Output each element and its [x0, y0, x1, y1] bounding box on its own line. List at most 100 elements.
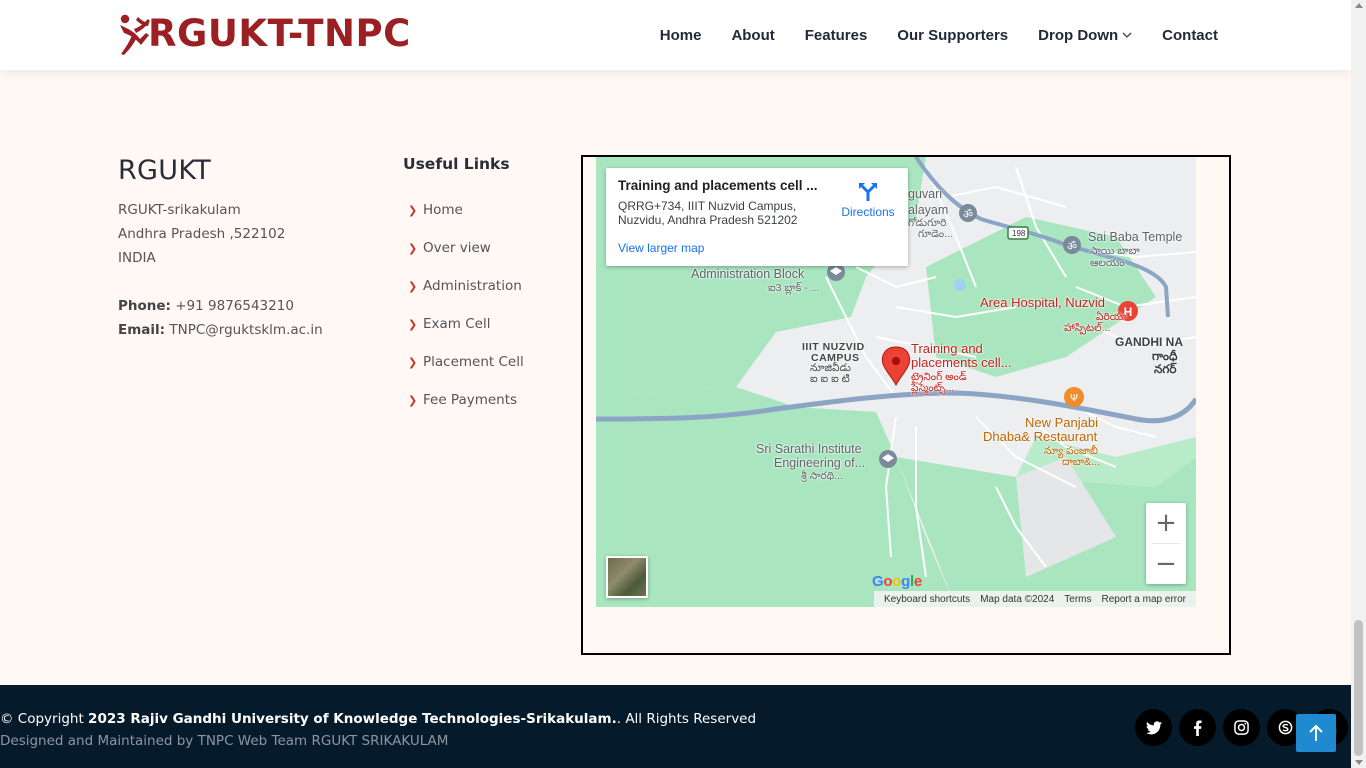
- map-label-panjabi-te2: దాబా&...: [1062, 456, 1100, 468]
- copyright-text: © Copyright 2023 Rajiv Gandhi University…: [0, 711, 756, 727]
- scroll-thumb[interactable]: [1354, 620, 1363, 756]
- copyright-prefix: © Copyright: [0, 711, 89, 727]
- skype-icon: [1278, 720, 1293, 735]
- satellite-toggle-button[interactable]: [606, 556, 648, 598]
- svg-text:Ψ: Ψ: [1070, 393, 1078, 404]
- svg-text:ॐ: ॐ: [963, 208, 973, 221]
- site-logo[interactable]: RGUKT-TNPC: [118, 12, 411, 56]
- link-exam-cell[interactable]: ❯ Exam Cell: [403, 305, 573, 343]
- email-value: TNPC@rguktsklm.ac.in: [165, 322, 323, 338]
- address-line-1: RGUKT-srikakulam: [118, 202, 241, 218]
- map-label-guvari: guvari: [908, 187, 943, 201]
- map-label-gandhi-te1: గాంధీ: [1152, 349, 1178, 363]
- map-frame: H Ψ ॐ ॐ 198 guvari alayam గోడుగూరి గూడెం…: [581, 155, 1231, 655]
- map-label-sarathi-2: Engineering of...: [774, 456, 866, 470]
- map-label-area-hospital: Area Hospital, Nuzvid: [980, 295, 1105, 310]
- place-address-line-2: Nuzvidu, Andhra Pradesh 521202: [618, 213, 798, 227]
- email-line: Email: TNPC@rguktsklm.ac.in: [118, 318, 378, 342]
- page-scrollbar[interactable]: [1351, 0, 1366, 768]
- copyright-suffix: . All Rights Reserved: [616, 711, 757, 727]
- main-nav: Home About Features Our Supporters Drop …: [630, 0, 1218, 70]
- link-label: Exam Cell: [423, 316, 491, 332]
- map-label-tpc-2: placements cell...: [911, 355, 1012, 370]
- place-info-card: Training and placements cell ... QRRG+73…: [606, 168, 908, 266]
- useful-links-title: Useful Links: [403, 155, 510, 173]
- map-label-campus-te2: ఐ ఐ ఐ టి: [810, 373, 850, 385]
- map-label-admin-block: Administration Block: [691, 267, 805, 281]
- link-label: Placement Cell: [423, 354, 524, 370]
- contact-info: RGUKT RGUKT-srikakulam Andhra Pradesh ,5…: [118, 155, 378, 342]
- map-label-sai-baba: Sai Baba Temple: [1088, 230, 1183, 244]
- svg-text:ॐ: ॐ: [1067, 240, 1077, 253]
- chevron-down-icon: [1122, 32, 1132, 38]
- map-label-tpc-te2: ప్లేస్మెంట్స్...: [911, 382, 955, 394]
- zoom-in-button[interactable]: +: [1146, 503, 1186, 543]
- map-label-sai-baba-te2: ఆలయం: [1090, 257, 1125, 269]
- chevron-right-icon: ❯: [408, 317, 418, 331]
- map-label-road-badge: 198: [1012, 229, 1026, 238]
- facebook-link[interactable]: [1179, 709, 1216, 746]
- link-administration[interactable]: ❯ Administration: [403, 267, 573, 305]
- runner-logo-icon: [120, 14, 150, 55]
- chevron-right-icon: ❯: [408, 203, 418, 217]
- facebook-icon: [1193, 720, 1202, 736]
- directions-icon: [859, 183, 877, 201]
- phone-line: Phone: +91 9876543210: [118, 294, 378, 318]
- report-map-error-link[interactable]: Report a map error: [1102, 594, 1186, 605]
- email-label: Email:: [118, 322, 166, 338]
- brand-name: RGUKT-TNPC: [148, 12, 411, 55]
- map-label-panjabi-2: Dhaba& Restaurant: [983, 429, 1098, 444]
- link-home[interactable]: ❯ Home: [403, 191, 573, 229]
- instagram-link[interactable]: [1223, 709, 1260, 746]
- embedded-map[interactable]: H Ψ ॐ ॐ 198 guvari alayam గోడుగూరి గూడెం…: [596, 157, 1196, 607]
- map-label-sarathi-te: శ్రీ సారథి...: [801, 470, 843, 482]
- link-fee-payments[interactable]: ❯ Fee Payments: [403, 381, 573, 419]
- address-line-3: INDIA: [118, 250, 156, 266]
- nav-our-supporters[interactable]: Our Supporters: [897, 27, 1008, 44]
- nav-drop-down[interactable]: Drop Down: [1038, 27, 1132, 44]
- scroll-up-arrow-icon[interactable]: [1355, 3, 1363, 8]
- instagram-icon: [1234, 720, 1249, 735]
- link-over-view[interactable]: ❯ Over view: [403, 229, 573, 267]
- link-label: Fee Payments: [423, 392, 518, 408]
- link-label: Home: [423, 202, 463, 218]
- view-larger-map-link[interactable]: View larger map: [618, 241, 896, 255]
- chevron-right-icon: ❯: [408, 241, 418, 255]
- arrow-up-icon: [1309, 724, 1323, 741]
- contact-title: RGUKT: [118, 155, 212, 186]
- map-label-sarathi-1: Sri Sarathi Institute: [756, 442, 862, 456]
- address-line-2: Andhra Pradesh ,522102: [118, 226, 286, 242]
- useful-links: Useful Links ❯ Home ❯ Over view ❯ Administr…: [403, 155, 573, 419]
- map-data-text: Map data ©2024: [980, 593, 1055, 605]
- zoom-out-button[interactable]: −: [1146, 544, 1186, 584]
- link-label: Over view: [423, 240, 491, 256]
- phone-value: +91 9876543210: [170, 298, 294, 314]
- back-to-top-button[interactable]: [1296, 714, 1336, 752]
- phone-label: Phone:: [118, 298, 171, 314]
- chevron-right-icon: ❯: [408, 355, 418, 369]
- zoom-controls: + −: [1146, 503, 1186, 584]
- credit-text: Designed and Maintained by TNPC Web Team…: [0, 733, 449, 749]
- map-label-gudem-te: గూడెం...: [918, 228, 953, 240]
- map-label-alayam: alayam: [908, 203, 949, 217]
- footer-bottom-bar: © Copyright 2023 Rajiv Gandhi University…: [0, 685, 1351, 768]
- link-placement-cell[interactable]: ❯ Placement Cell: [403, 343, 573, 381]
- nav-features[interactable]: Features: [805, 27, 868, 44]
- nav-home[interactable]: Home: [660, 27, 702, 44]
- directions-label: Directions: [841, 205, 895, 219]
- nav-contact[interactable]: Contact: [1162, 27, 1218, 44]
- map-label-admin-block-te: ఐ3 బ్లాక్ - ...: [768, 282, 820, 294]
- nav-about[interactable]: About: [731, 27, 774, 44]
- scroll-down-arrow-icon[interactable]: [1355, 760, 1363, 765]
- keyboard-shortcuts-link[interactable]: Keyboard shortcuts: [884, 594, 970, 605]
- copyright-org: 2023 Rajiv Gandhi University of Knowledg…: [88, 711, 617, 727]
- terms-link[interactable]: Terms: [1064, 594, 1091, 605]
- site-header: RGUKT-TNPC Home About Features Our Suppo…: [0, 0, 1351, 70]
- directions-button[interactable]: Directions: [838, 180, 898, 219]
- map-label-tpc-1: Training and: [911, 341, 983, 356]
- useful-links-list: ❯ Home ❯ Over view ❯ Administration ❯ Exam C…: [403, 191, 573, 419]
- map-label-gandhi: GANDHI NA: [1115, 335, 1183, 349]
- map-attribution-bar: Keyboard shortcuts Map data ©2024 Terms …: [874, 591, 1196, 607]
- twitter-link[interactable]: [1135, 709, 1172, 746]
- place-address-line-1: QRRG+734, IIIT Nuzvid Campus,: [618, 199, 797, 213]
